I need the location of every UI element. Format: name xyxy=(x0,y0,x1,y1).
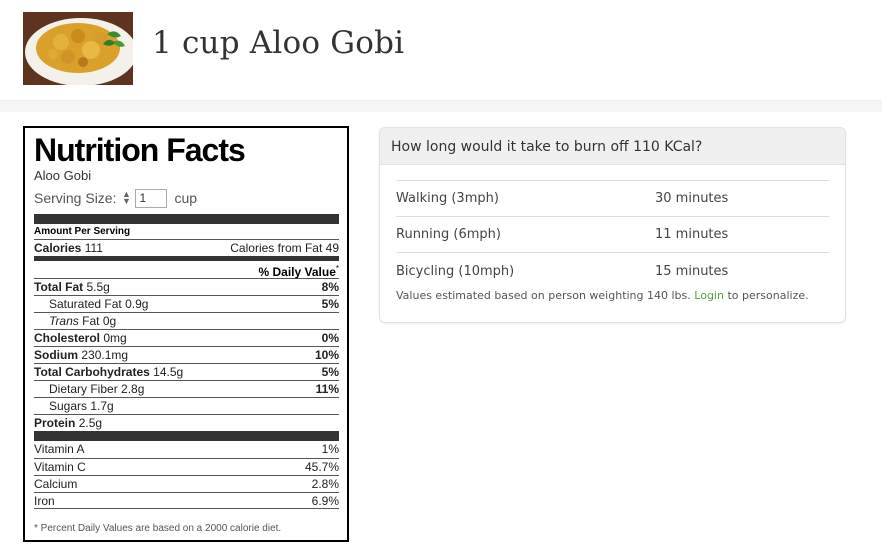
daily-value-heading: % Daily Value* xyxy=(34,261,340,279)
cholesterol-label: Cholesterol xyxy=(34,331,101,345)
vitamin-row: Calcium 2.8% xyxy=(34,475,339,492)
saturated-fat-amount: 0.9g xyxy=(125,297,149,311)
burn-note-suffix: to personalize. xyxy=(727,289,809,302)
burn-activity: Bicycling (10mph) xyxy=(396,263,515,279)
calorie-burn-panel: How long would it take to burn off 110 K… xyxy=(379,127,846,323)
serving-stepper-icon[interactable]: ▲ ▼ xyxy=(121,190,131,206)
trans-fat-amount: 0g xyxy=(102,314,117,328)
total-fat-row: Total Fat 5.5g 8% xyxy=(34,278,339,295)
iron-dv: 6.9% xyxy=(311,494,339,508)
saturated-fat-label: Saturated Fat xyxy=(49,297,122,311)
trans-fat-label-italic: Trans xyxy=(49,314,79,328)
sodium-amount: 230.1mg xyxy=(81,348,129,362)
burn-row: Running (6mph) 11 minutes xyxy=(396,217,829,253)
food-name: Aloo Gobi xyxy=(34,168,92,183)
sugars-amount: 1.7g xyxy=(90,399,114,413)
calories-label: Calories xyxy=(34,241,82,255)
daily-value-heading-text: % Daily Value xyxy=(258,265,336,279)
nutrition-facts-title: Nutrition Facts xyxy=(34,132,246,168)
burn-heading: How long would it take to burn off 110 K… xyxy=(380,128,845,165)
food-photo xyxy=(23,12,133,85)
food-photo-graphic xyxy=(23,12,133,85)
sodium-row: Sodium 230.1mg 10% xyxy=(34,346,339,363)
dietary-fiber-dv: 11% xyxy=(315,382,339,396)
sodium-dv: 10% xyxy=(314,348,339,362)
sodium-label: Sodium xyxy=(34,348,78,362)
saturated-fat-row: Saturated Fat 0.9g 5% xyxy=(34,295,339,312)
vitamin-c-dv: 45.7% xyxy=(304,460,339,474)
burn-row: Bicycling (10mph) 15 minutes xyxy=(396,253,829,289)
burn-time: 30 minutes xyxy=(655,191,729,206)
total-fat-amount: 5.5g xyxy=(86,280,110,294)
burn-activity: Running (6mph) xyxy=(396,227,501,242)
vitamin-row: Vitamin C 45.7% xyxy=(34,458,339,475)
total-carbs-row: Total Carbohydrates 14.5g 5% xyxy=(34,363,339,380)
cholesterol-dv: 0% xyxy=(321,331,339,345)
iron-label: Iron xyxy=(34,494,55,508)
daily-value-footnote: * Percent Daily Values are based on a 20… xyxy=(34,523,282,534)
header-divider xyxy=(0,100,882,112)
calories-row: Calories 111 Calories from Fat 49 xyxy=(34,239,339,256)
serving-unit: cup xyxy=(174,190,198,206)
protein-row: Protein 2.5g xyxy=(34,414,339,431)
protein-label: Protein xyxy=(34,416,76,430)
page-title: 1 cup Aloo Gobi xyxy=(152,25,405,61)
total-fat-dv: 8% xyxy=(321,280,339,294)
calcium-dv: 2.8% xyxy=(311,477,339,491)
burn-table: Walking (3mph) 30 minutes Running (6mph)… xyxy=(396,180,829,289)
saturated-fat-dv: 5% xyxy=(321,297,339,311)
dietary-fiber-label: Dietary Fiber xyxy=(49,382,118,396)
serving-qty-input[interactable] xyxy=(135,188,168,208)
vitamin-a-dv: 1% xyxy=(321,442,339,456)
protein-amount: 2.5g xyxy=(78,416,103,430)
divider-thick xyxy=(34,214,339,224)
burn-row: Walking (3mph) 30 minutes xyxy=(396,181,829,217)
vitamin-a-label: Vitamin A xyxy=(34,442,85,456)
daily-value-mark: * xyxy=(335,264,339,273)
calories-fat-value: 49 xyxy=(325,241,339,255)
dietary-fiber-row: Dietary Fiber 2.8g 11% xyxy=(34,380,339,397)
vitamin-c-label: Vitamin C xyxy=(34,460,86,474)
divider-thick xyxy=(34,431,339,441)
sugars-label: Sugars xyxy=(49,399,88,413)
total-carbs-label: Total Carbohydrates xyxy=(34,365,150,379)
burn-time: 15 minutes xyxy=(655,263,729,279)
dietary-fiber-amount: 2.8g xyxy=(121,382,145,396)
burn-note-prefix: Values estimated based on person weighti… xyxy=(396,289,691,302)
total-fat-label: Total Fat xyxy=(34,280,84,294)
trans-fat-row: Trans Fat 0g xyxy=(34,312,339,329)
burn-note: Values estimated based on person weighti… xyxy=(396,289,828,302)
cholesterol-amount: 0mg xyxy=(103,331,127,345)
serving-size: Serving Size: ▲▼ cup xyxy=(34,187,339,209)
total-carbs-dv: 5% xyxy=(321,365,339,379)
calories-value: 111 xyxy=(84,241,103,255)
cholesterol-row: Cholesterol 0mg 0% xyxy=(34,329,339,346)
page-header: 1 cup Aloo Gobi xyxy=(0,0,882,100)
burn-body: Walking (3mph) 30 minutes Running (6mph)… xyxy=(380,165,845,302)
total-carbs-amount: 14.5g xyxy=(153,365,184,379)
trans-fat-label: Fat xyxy=(82,314,100,328)
login-link[interactable]: Login xyxy=(694,289,724,302)
amount-per-serving: Amount Per Serving xyxy=(34,226,131,237)
nutrition-facts-label: Nutrition Facts Aloo Gobi Serving Size: … xyxy=(23,126,349,542)
vitamin-row: Iron 6.9% xyxy=(34,492,339,509)
calcium-label: Calcium xyxy=(34,477,78,491)
burn-time: 11 minutes xyxy=(655,227,729,242)
calories-fat-label: Calories from Fat xyxy=(230,241,323,255)
serving-size-label: Serving Size: xyxy=(34,190,117,206)
vitamin-row: Vitamin A 1% xyxy=(34,441,339,458)
burn-activity: Walking (3mph) xyxy=(396,191,499,206)
sugars-row: Sugars 1.7g xyxy=(34,397,339,414)
